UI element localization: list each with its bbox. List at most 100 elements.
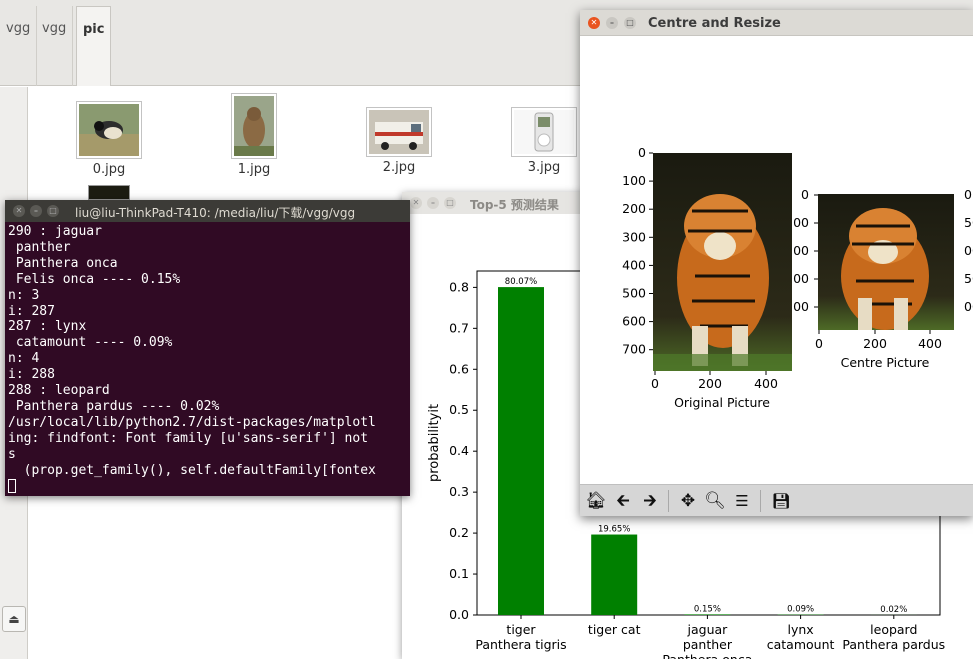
pan-icon[interactable]: ✥	[676, 489, 700, 513]
x-tick-label: tiger cat	[588, 622, 641, 637]
bar	[684, 614, 731, 615]
close-icon[interactable]: ✕	[588, 17, 600, 29]
file-name: 2.jpg	[382, 160, 416, 175]
x-tick-label: lynx	[787, 622, 813, 637]
eject-icon[interactable]: ⏏	[2, 606, 26, 632]
terminal-cursor	[8, 479, 16, 493]
terminal-line: Panthera pardus ---- 0.02%	[8, 398, 220, 414]
image-figure: 01002003004005006007000 200 400Original Pi…	[622, 145, 973, 410]
original-caption: Original Picture	[674, 395, 770, 410]
toolbar-separator	[760, 490, 761, 512]
bar-data-label: 19.65%	[598, 525, 630, 535]
home-icon[interactable]: 🏠︎	[584, 489, 608, 513]
save-icon[interactable]: 💾︎	[769, 489, 793, 513]
y-tick-label: 00	[793, 243, 809, 258]
y-tick-label: 0.3	[449, 484, 469, 499]
y-tick-label: 00	[793, 299, 809, 314]
configure-subplots-icon[interactable]: ☰	[730, 489, 754, 513]
bar-data-label: 0.09%	[787, 605, 814, 615]
file-item-0[interactable]: 0.jpg	[76, 101, 142, 177]
centre-caption: Centre Picture	[841, 355, 930, 370]
y-tick-label: 400	[622, 257, 646, 272]
file-item-1[interactable]: 1.jpg	[231, 93, 277, 177]
y-tick-label: 200	[622, 201, 646, 216]
file-name: 1.jpg	[237, 162, 271, 177]
terminal-line: 288 : leopard	[8, 383, 110, 399]
path-button-pic[interactable]: pic	[76, 6, 111, 86]
centre-resize-window: ✕ – □ Centre and Resize 0 100 200 300 40…	[580, 10, 973, 516]
original-picture	[653, 153, 792, 371]
terminal-line: i: 288	[8, 367, 55, 383]
y-tick-label-right: 50	[964, 271, 973, 286]
centre-window-titlebar: ✕ – □ Centre and Resize	[580, 10, 973, 36]
file-thumbnail-partial[interactable]	[88, 185, 130, 200]
x-tick-label: 0	[815, 336, 823, 351]
terminal-line: i: 287	[8, 303, 55, 319]
minimize-icon[interactable]: –	[606, 17, 618, 29]
terminal-line: n: 4	[8, 351, 40, 367]
x-tick-label: Panthera tigris	[475, 637, 566, 652]
ipod-thumbnail-icon	[511, 107, 577, 157]
x-tick-label: 0	[651, 376, 659, 391]
terminal-line: ing: findfont: Font family [u'sans-serif…	[8, 430, 369, 446]
minimize-icon[interactable]: –	[30, 205, 42, 217]
marmot-thumbnail-icon	[231, 93, 277, 159]
file-item-3[interactable]: 3.jpg	[511, 107, 577, 175]
x-tick-label: 200	[863, 336, 887, 351]
terminal-titlebar: ✕ – □ liu@liu-ThinkPad-T410: /media/liu/…	[5, 200, 410, 222]
y-tick-label-right: 00	[964, 243, 973, 258]
y-tick-label: 600	[622, 314, 646, 329]
terminal-window: ✕ – □ liu@liu-ThinkPad-T410: /media/liu/…	[5, 200, 410, 496]
x-tick-label: catamount	[767, 637, 835, 652]
terminal-line: catamount ---- 0.09%	[8, 335, 173, 351]
terminal-line: /usr/local/lib/python2.7/dist-packages/m…	[8, 414, 376, 430]
bird-thumbnail-icon	[76, 101, 142, 159]
x-tick-label: 400	[754, 376, 778, 391]
x-tick-label: jaguar	[687, 622, 729, 637]
path-button-vgg-2[interactable]: vgg	[36, 6, 74, 86]
bar-data-label: 0.15%	[694, 604, 721, 614]
y-tick-label: 0	[638, 145, 646, 160]
x-tick-label: Panthera onca	[662, 652, 752, 659]
y-tick-label: 0.0	[449, 607, 469, 622]
x-tick-label: 200	[698, 376, 722, 391]
terminal-output[interactable]: 290 : jaguar panther Panthera onca Felis…	[8, 224, 410, 496]
y-tick-label: 500	[622, 286, 646, 301]
terminal-line: s	[8, 446, 16, 462]
y-tick-label: 0.4	[449, 443, 469, 458]
ambulance-thumbnail-icon	[366, 107, 432, 157]
y-tick-label: 0.8	[449, 279, 469, 294]
y-tick-label: 0.5	[449, 402, 469, 417]
file-item-2[interactable]: 2.jpg	[366, 107, 432, 175]
terminal-line: n: 3	[8, 287, 40, 303]
back-arrow-icon[interactable]: 🡰	[611, 489, 635, 513]
maximize-icon[interactable]: □	[47, 205, 59, 217]
toolbar-separator	[668, 490, 669, 512]
maximize-icon[interactable]: □	[624, 17, 636, 29]
x-tick-label: leopard	[870, 622, 917, 637]
terminal-line: Felis onca ---- 0.15%	[8, 271, 181, 287]
terminal-line: (prop.get_family(), self.defaultFamily[f…	[8, 462, 376, 478]
y-tick-label: 00	[793, 271, 809, 286]
file-name: 0.jpg	[92, 162, 126, 177]
x-tick-label: Panthera pardus	[842, 637, 945, 652]
close-icon[interactable]: ✕	[13, 205, 25, 217]
terminal-line: panther	[8, 239, 71, 255]
matplotlib-toolbar: 🏠︎ 🡰 🡲 ✥ 🔍︎ ☰ 💾︎	[580, 484, 973, 516]
terminal-line: 290 : jaguar	[8, 224, 102, 239]
y-tick-label-right: 0	[964, 187, 972, 202]
path-button-vgg-1[interactable]: vgg	[0, 6, 38, 86]
y-tick-label: 00	[793, 215, 809, 230]
file-name: 3.jpg	[527, 160, 561, 175]
y-tick-label: 0.7	[449, 320, 469, 335]
x-tick-label: 400	[918, 336, 942, 351]
bar-data-label: 0.02%	[880, 605, 907, 615]
y-tick-label: 0.6	[449, 361, 469, 376]
x-tick-label: panther	[683, 637, 733, 652]
forward-arrow-icon[interactable]: 🡲	[638, 489, 662, 513]
zoom-icon[interactable]: 🔍︎	[703, 489, 727, 513]
y-tick-label-right: 50	[964, 215, 973, 230]
y-tick-label: 300	[622, 229, 646, 244]
y-tick-label: 0	[801, 187, 809, 202]
y-tick-label: 100	[622, 173, 646, 188]
